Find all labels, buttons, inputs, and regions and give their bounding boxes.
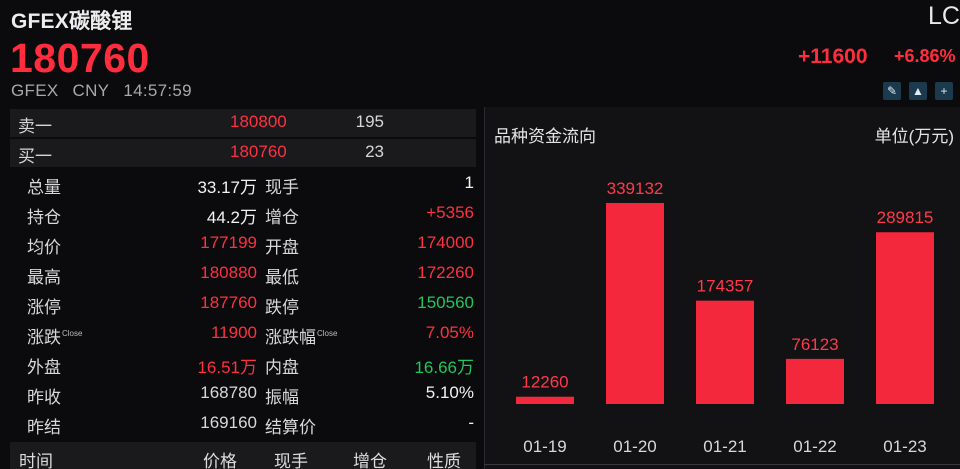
orderbook-price: 180800 xyxy=(230,112,287,131)
stat-label: 涨跌幅Close xyxy=(265,328,338,347)
stat-label: 持仓 xyxy=(27,208,61,227)
column-open-interest[interactable]: 增仓 xyxy=(353,447,387,469)
stat-label: 涨停 xyxy=(27,298,61,317)
exchange-label: GFEX xyxy=(11,81,59,100)
orderbook-volume: 23 xyxy=(365,142,384,161)
stat-label: 最低 xyxy=(265,268,299,287)
x-tick-label: 01-22 xyxy=(793,437,836,456)
stat-value: 174000 xyxy=(417,233,474,252)
orderbook-volume: 195 xyxy=(355,112,384,131)
column-volume[interactable]: 现手 xyxy=(274,447,308,469)
stat-value: 187760 xyxy=(200,293,257,312)
bar-01-22[interactable] xyxy=(786,358,844,404)
price-change: +11600 xyxy=(798,45,868,68)
stat-value: 169160 xyxy=(200,413,257,432)
stat-row: 昨结 169160 结算价 - xyxy=(10,410,476,440)
stat-row: 涨停 187760 跌停 150560 xyxy=(10,290,476,320)
divider xyxy=(484,464,960,465)
stat-row: 外盘 16.51万 内盘 16.66万 xyxy=(10,350,476,380)
bar-value-label: 339132 xyxy=(607,179,664,198)
instrument-code: LC xyxy=(928,2,960,30)
stat-value: 1 xyxy=(464,173,474,192)
stat-value: 5.10% xyxy=(425,383,474,402)
fund-flow-panel: 品种资金流向 单位(万元) 12260 01-19 339132 01-20 17435… xyxy=(484,107,960,469)
bar-01-19[interactable] xyxy=(516,396,574,404)
stat-row: 昨收 168780 振幅 5.10% xyxy=(10,380,476,410)
stat-value: 16.51万 xyxy=(197,358,257,377)
stat-value: 177199 xyxy=(200,233,257,252)
orderbook-price: 180760 xyxy=(230,142,287,161)
stat-sup: Close xyxy=(62,329,83,339)
add-icon[interactable]: + xyxy=(935,82,953,100)
stat-value: 11900 xyxy=(210,323,257,342)
stat-value: 33.17万 xyxy=(197,178,257,197)
column-time[interactable]: 时间 xyxy=(19,447,53,469)
orderbook-label: 买一 xyxy=(18,147,52,166)
stat-row: 涨跌Close 11900 涨跌幅Close 7.05% xyxy=(10,320,476,350)
quote-header: GFEX碳酸锂 LC 180760 +11600 +6.86% GFEX CNY… xyxy=(0,0,960,106)
bar-value-label: 76123 xyxy=(791,335,838,354)
stat-label: 最高 xyxy=(27,268,61,287)
stat-label: 开盘 xyxy=(265,238,299,257)
bar-01-21[interactable] xyxy=(696,300,754,404)
stat-row: 最高 180880 最低 172260 xyxy=(10,260,476,290)
stat-value: 172260 xyxy=(417,263,474,282)
edit-icon[interactable]: ✎ xyxy=(883,82,901,100)
stat-label: 总量 xyxy=(27,178,61,197)
quote-time: 14:57:59 xyxy=(123,81,192,100)
column-nature[interactable]: 性质 xyxy=(427,447,461,469)
stat-value: 180880 xyxy=(200,263,257,282)
quote-meta: GFEX CNY 14:57:59 xyxy=(11,81,201,101)
x-tick-label: 01-20 xyxy=(613,437,656,456)
trade-table-header: 时间 价格 现手 增仓 性质 xyxy=(10,442,476,469)
stat-value: 16.66万 xyxy=(414,358,474,377)
stat-label: 涨跌Close xyxy=(27,328,83,347)
fund-flow-chart: 12260 01-19 339132 01-20 174357 01-21 76123 01-… xyxy=(516,179,934,456)
instrument-title: GFEX碳酸锂 xyxy=(11,10,133,33)
column-price[interactable]: 价格 xyxy=(203,447,237,469)
stat-row: 持仓 44.2万 增仓 +5356 xyxy=(10,200,476,230)
stat-value: 168780 xyxy=(200,383,257,402)
stat-label: 昨收 xyxy=(27,388,61,407)
stat-label: 现手 xyxy=(265,178,299,197)
bar-value-label: 174357 xyxy=(697,277,754,296)
bar-01-20[interactable] xyxy=(606,203,664,404)
bell-icon[interactable]: ▲ xyxy=(909,82,927,100)
stat-value: - xyxy=(468,413,474,432)
quote-panel: 卖一 180800 195 买一 180760 23 总量 33.17万 现手 1 持仓… xyxy=(10,107,476,469)
stat-value: 44.2万 xyxy=(206,208,257,227)
price-change-percent: +6.86% xyxy=(894,46,956,66)
stat-row: 总量 33.17万 现手 1 xyxy=(10,170,476,200)
bar-value-label: 289815 xyxy=(877,208,934,227)
stat-row: 均价 177199 开盘 174000 xyxy=(10,230,476,260)
bar-01-23[interactable] xyxy=(876,232,934,404)
stat-label: 内盘 xyxy=(265,358,299,377)
stat-sup: Close xyxy=(317,329,338,339)
orderbook-label: 卖一 xyxy=(18,117,52,136)
stat-label: 振幅 xyxy=(265,388,299,407)
stat-value: +5356 xyxy=(426,203,474,222)
stat-value: 150560 xyxy=(417,293,474,312)
toolbar: ✎ ▲ + xyxy=(883,82,953,100)
currency-label: CNY xyxy=(72,81,110,100)
orderbook-row: 买一 180760 23 xyxy=(10,139,476,167)
stat-label: 昨结 xyxy=(27,418,61,437)
stat-label: 增仓 xyxy=(265,208,299,227)
stat-label: 均价 xyxy=(27,238,61,257)
stat-label: 外盘 xyxy=(27,358,61,377)
bar-value-label: 12260 xyxy=(521,373,568,392)
stat-value: 7.05% xyxy=(425,323,474,342)
stat-label: 跌停 xyxy=(265,298,299,317)
x-tick-label: 01-21 xyxy=(703,437,746,456)
x-tick-label: 01-19 xyxy=(523,437,566,456)
stat-label: 结算价 xyxy=(265,418,316,437)
x-tick-label: 01-23 xyxy=(883,437,926,456)
orderbook-row: 卖一 180800 195 xyxy=(10,109,476,137)
last-price: 180760 xyxy=(10,35,150,81)
